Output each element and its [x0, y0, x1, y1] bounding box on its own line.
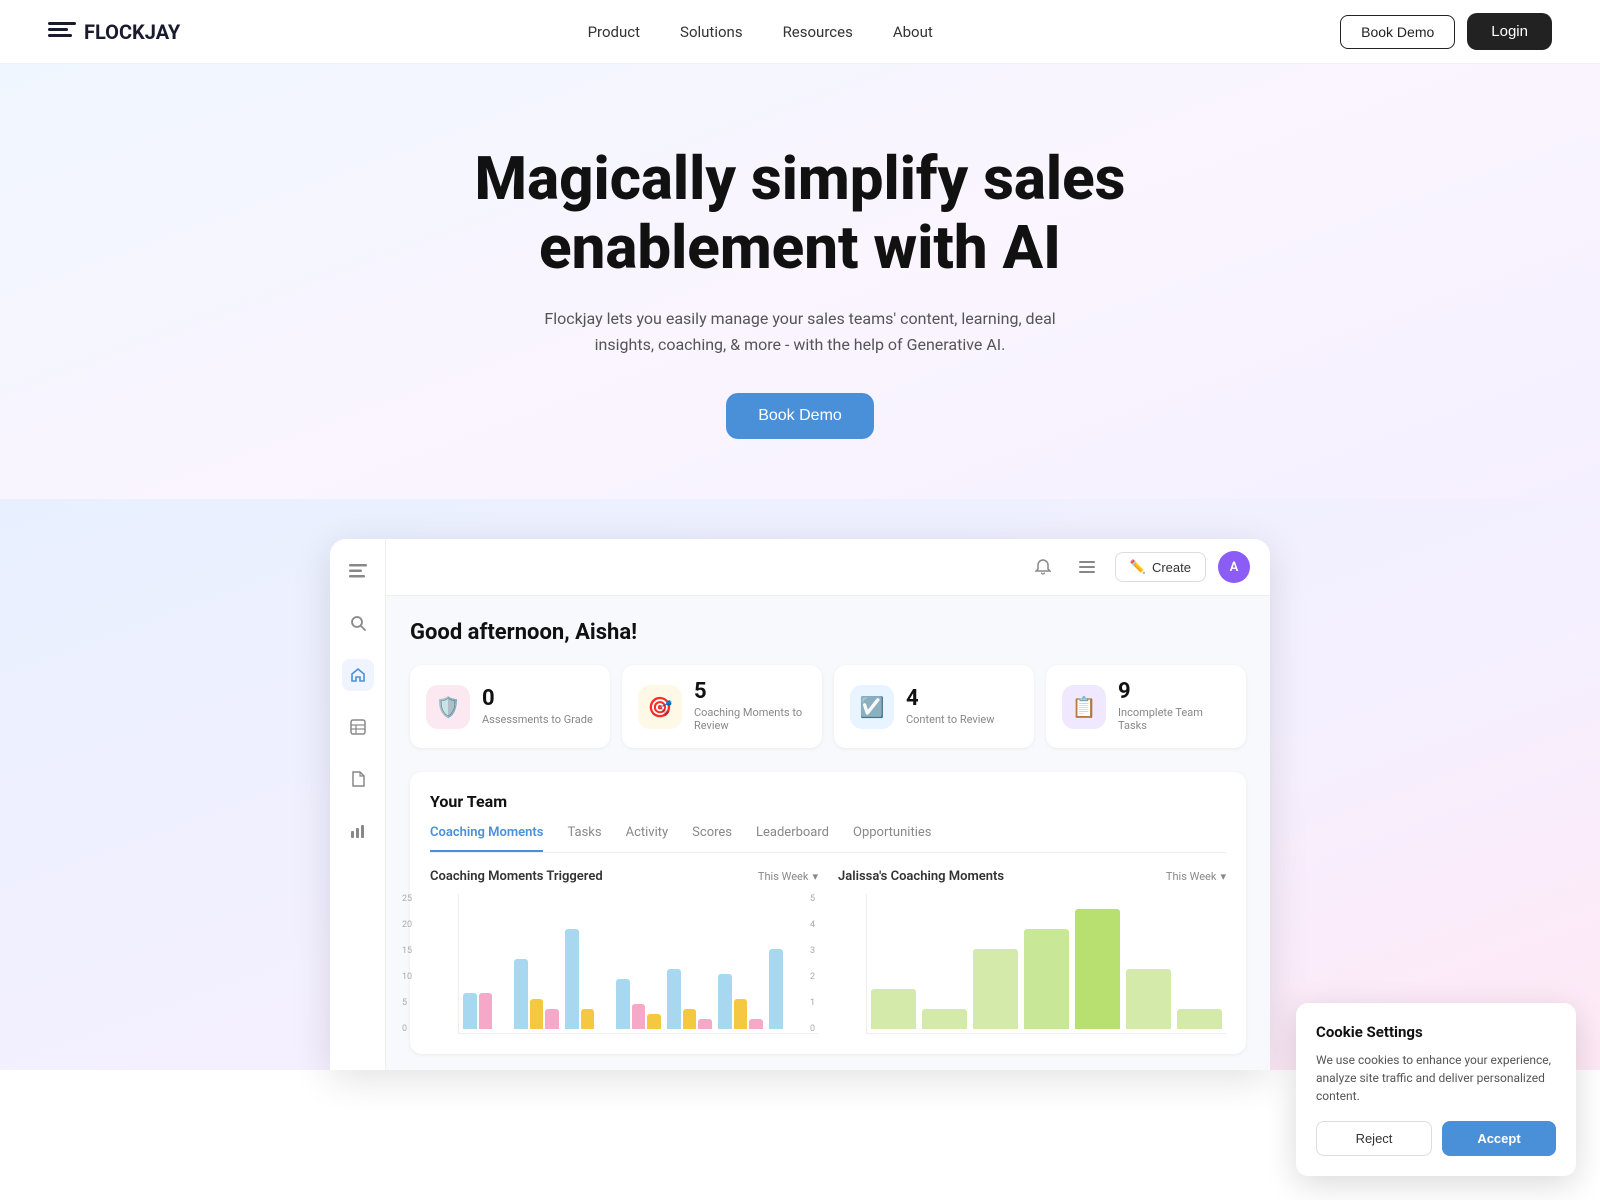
sidebar-file-icon[interactable]: [342, 763, 374, 795]
tab-leaderboard[interactable]: Leaderboard: [756, 825, 829, 852]
stat-tasks-info: 9 Incomplete Team Tasks: [1118, 681, 1230, 732]
tab-coaching-moments[interactable]: Coaching Moments: [430, 825, 543, 852]
book-demo-nav-button[interactable]: Book Demo: [1340, 15, 1455, 49]
create-button[interactable]: ✏️ Create: [1115, 552, 1206, 582]
user-avatar[interactable]: A: [1218, 551, 1250, 583]
chart2-y-labels: 543210: [810, 894, 815, 1034]
sidebar-table-icon[interactable]: [342, 711, 374, 743]
cookie-reject-button[interactable]: Reject: [1316, 1121, 1432, 1156]
app-topbar: ✏️ Create A: [386, 539, 1270, 596]
tab-scores[interactable]: Scores: [692, 825, 732, 852]
chart1-header: Coaching Moments Triggered This Week ▾: [430, 869, 818, 884]
tab-opportunities[interactable]: Opportunities: [853, 825, 931, 852]
stat-assessments: 🛡️ 0 Assessments to Grade: [410, 665, 610, 748]
sidebar-search-icon[interactable]: [342, 607, 374, 639]
sidebar-home-icon[interactable]: [342, 659, 374, 691]
nav-product[interactable]: Product: [588, 23, 640, 41]
stat-content: ☑️ 4 Content to Review: [834, 665, 1034, 748]
notification-icon[interactable]: [1027, 551, 1059, 583]
cookie-banner: Cookie Settings We use cookies to enhanc…: [1296, 1003, 1576, 1176]
team-title: Your Team: [430, 792, 1226, 811]
cookie-buttons: Reject Accept: [1316, 1121, 1556, 1156]
create-label: Create: [1152, 560, 1191, 575]
app-main: ✏️ Create A Good afternoon, Aisha! 🛡️ 0 …: [386, 539, 1270, 1070]
greeting-text: Good afternoon, Aisha!: [410, 620, 1246, 645]
stat-content-info: 4 Content to Review: [906, 688, 994, 726]
chart-coaching-triggered: Coaching Moments Triggered This Week ▾ 2…: [430, 869, 818, 1034]
chart1-title: Coaching Moments Triggered: [430, 869, 603, 884]
chart2-title: Jalissa's Coaching Moments: [838, 869, 1004, 884]
charts-row: Coaching Moments Triggered This Week ▾ 2…: [430, 869, 1226, 1034]
tab-tasks[interactable]: Tasks: [567, 825, 601, 852]
chart-jalissa: Jalissa's Coaching Moments This Week ▾ 5…: [838, 869, 1226, 1034]
stat-coaching-value: 5: [694, 681, 806, 703]
nav-resources[interactable]: Resources: [783, 23, 853, 41]
nav-links: Product Solutions Resources About: [588, 22, 933, 41]
tabs-row: Coaching Moments Tasks Activity Scores L…: [430, 825, 1226, 853]
stat-content-value: 4: [906, 688, 994, 710]
app-preview: ✏️ Create A Good afternoon, Aisha! 🛡️ 0 …: [0, 499, 1600, 1070]
hero-section: Magically simplify sales enablement with…: [0, 64, 1600, 499]
chart1-y-labels: 2520151050: [402, 894, 412, 1034]
stat-tasks: 📋 9 Incomplete Team Tasks: [1046, 665, 1246, 748]
hero-cta-button[interactable]: Book Demo: [726, 393, 874, 439]
stat-coaching-label: Coaching Moments to Review: [694, 706, 806, 732]
stat-coaching-icon: 🎯: [638, 685, 682, 729]
app-window: ✏️ Create A Good afternoon, Aisha! 🛡️ 0 …: [330, 539, 1270, 1070]
stats-row: 🛡️ 0 Assessments to Grade 🎯 5 Coaching M…: [410, 665, 1246, 748]
stat-assessments-label: Assessments to Grade: [482, 713, 593, 726]
sidebar-logo-icon[interactable]: [342, 555, 374, 587]
pencil-icon: ✏️: [1130, 559, 1146, 575]
logo-icon: [48, 22, 76, 42]
navbar: FLOCKJAY Product Solutions Resources Abo…: [0, 0, 1600, 64]
stat-tasks-value: 9: [1118, 681, 1230, 703]
logo[interactable]: FLOCKJAY: [48, 20, 180, 44]
sidebar-chart-icon[interactable]: [342, 815, 374, 847]
hero-headline: Magically simplify sales enablement with…: [450, 144, 1150, 282]
logo-text: FLOCKJAY: [84, 20, 180, 44]
menu-icon[interactable]: [1071, 551, 1103, 583]
chart2-header: Jalissa's Coaching Moments This Week ▾: [838, 869, 1226, 884]
hero-subtext: Flockjay lets you easily manage your sal…: [540, 306, 1060, 357]
stat-tasks-label: Incomplete Team Tasks: [1118, 706, 1230, 732]
nav-solutions[interactable]: Solutions: [680, 23, 743, 41]
stat-coaching: 🎯 5 Coaching Moments to Review: [622, 665, 822, 748]
cookie-text: We use cookies to enhance your experienc…: [1316, 1051, 1556, 1105]
chart2-bars: [866, 894, 1226, 1034]
login-button[interactable]: Login: [1467, 13, 1552, 50]
chart2-filter[interactable]: This Week ▾: [1166, 870, 1226, 883]
app-content: Good afternoon, Aisha! 🛡️ 0 Assessments …: [386, 596, 1270, 1070]
nav-actions: Book Demo Login: [1340, 13, 1552, 50]
stat-assessments-value: 0: [482, 688, 593, 710]
nav-about[interactable]: About: [893, 23, 933, 41]
stat-tasks-icon: 📋: [1062, 685, 1106, 729]
stat-content-label: Content to Review: [906, 713, 994, 726]
chart1-filter[interactable]: This Week ▾: [758, 870, 818, 883]
stat-assessments-info: 0 Assessments to Grade: [482, 688, 593, 726]
tab-activity[interactable]: Activity: [626, 825, 669, 852]
chart1-bars: [458, 894, 818, 1034]
stat-content-icon: ☑️: [850, 685, 894, 729]
team-section: Your Team Coaching Moments Tasks Activit…: [410, 772, 1246, 1054]
app-sidebar: [330, 539, 386, 1070]
cookie-accept-button[interactable]: Accept: [1442, 1121, 1556, 1156]
stat-assessments-icon: 🛡️: [426, 685, 470, 729]
cookie-title: Cookie Settings: [1316, 1023, 1556, 1041]
stat-coaching-info: 5 Coaching Moments to Review: [694, 681, 806, 732]
